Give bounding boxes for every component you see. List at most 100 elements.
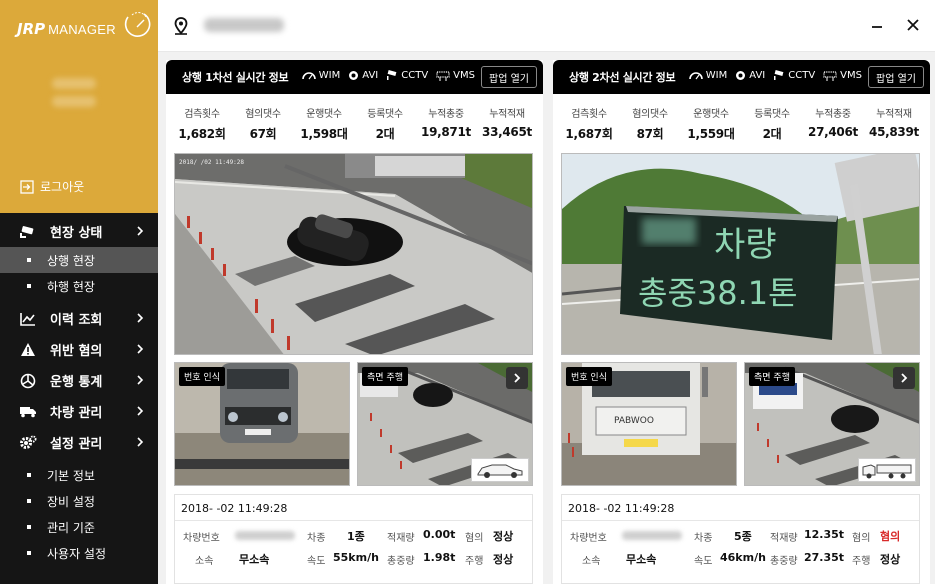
stat-item: 누적적재 33,465t — [477, 105, 537, 150]
plate-label: 차량번호 — [570, 533, 607, 544]
svg-text:2018/ /02 11:49:28: 2018/ /02 11:49:28 — [179, 159, 244, 166]
minimize-button[interactable] — [870, 15, 884, 35]
menu-label: 현장 상태 — [50, 226, 103, 241]
stat-item: 검측횟수 1,687회 — [559, 105, 619, 150]
vms-sign-icon — [823, 70, 837, 81]
cctv-icon — [387, 70, 397, 80]
vehicle-type-thumbnail — [471, 458, 529, 482]
submenu-item-downbound[interactable]: 하행 현장 — [0, 273, 158, 299]
lane-panel-1: 상행 1차선 실시간 정보 WIM AVI CCTV VMS 팝업 열기 검측횟… — [166, 60, 543, 584]
popup-open-button[interactable]: 팝업 열기 — [868, 66, 924, 88]
app-logo[interactable]: JRP MANAGER — [17, 12, 151, 38]
popup-open-button[interactable]: 팝업 열기 — [481, 66, 537, 88]
stat-item: 운행댓수 1,598대 — [294, 105, 354, 150]
submenu-item-criteria[interactable]: 관리 기준 — [0, 514, 158, 540]
next-camera-button[interactable] — [893, 367, 915, 389]
menu-item-vehicle[interactable]: 차량 관리 — [0, 396, 158, 427]
side-view-camera[interactable]: 측면 주행 — [744, 362, 920, 486]
submenu-item-upbound[interactable]: 상행 현장 — [0, 247, 158, 273]
camera-lens-icon — [736, 71, 746, 80]
menu-item-settings[interactable]: 설정 관리 — [0, 427, 158, 458]
submenu-item-user-settings[interactable]: 사용자 설정 — [0, 540, 158, 566]
stat-item: 혐의댓수 67회 — [233, 105, 293, 150]
bullet-icon — [27, 525, 31, 529]
stat-value: 19,871t — [421, 125, 471, 139]
wim-badge: WIM — [688, 70, 728, 81]
submenu-label: 사용자 설정 — [47, 546, 107, 561]
stat-value: 87회 — [636, 127, 664, 141]
submenu-item-basic-info[interactable]: 기본 정보 — [0, 462, 158, 488]
type-value: 5종 — [734, 530, 752, 543]
close-button[interactable] — [906, 18, 920, 32]
site-name-redacted — [204, 18, 284, 32]
wim-label: WIM — [705, 70, 728, 81]
logo-ring-icon — [124, 12, 151, 37]
truck-icon — [18, 405, 38, 418]
stat-label: 혐의댓수 — [245, 109, 281, 120]
menu-label: 설정 관리 — [50, 437, 103, 452]
chevron-right-icon — [137, 406, 144, 416]
cctv-label: CCTV — [788, 70, 816, 81]
gross-label: 총중량 — [770, 556, 798, 567]
stat-value: 67회 — [249, 127, 277, 141]
avi-label: AVI — [362, 70, 379, 81]
menu-item-statistics[interactable]: 운행 통계 — [0, 365, 158, 396]
owner-value: 무소속 — [626, 553, 657, 566]
sidebar-menu: 현장 상태 상행 현장 하행 현장 이력 조회 위반 혐의 운행 통계 차량 관… — [0, 216, 158, 566]
bullet-icon — [27, 473, 31, 477]
stat-label: 검측횟수 — [571, 109, 607, 120]
chevron-right-icon — [514, 373, 521, 383]
panel-title: 상행 1차선 실시간 정보 — [182, 71, 289, 84]
cctv-icon — [18, 225, 38, 239]
sidebar: JRP MANAGER 로그아웃 현장 상태 상행 현장 하행 현장 이력 조회… — [0, 0, 158, 584]
vms-line1: 차량 — [714, 225, 777, 265]
gauge-icon — [688, 72, 703, 80]
stat-item: 혐의댓수 87회 — [620, 105, 680, 150]
wim-badge: WIM — [301, 70, 340, 81]
load-label: 적재량 — [770, 533, 798, 544]
speed-label: 속도 — [307, 556, 326, 567]
drive-label: 주행 — [465, 556, 484, 567]
speed-label: 속도 — [694, 556, 713, 567]
vms-camera-view[interactable]: 차량 총중38.1톤 — [561, 153, 920, 355]
stat-label: 누적적재 — [876, 109, 912, 120]
logout-button[interactable]: 로그아웃 — [20, 178, 84, 195]
side-view-camera[interactable]: 측면 주행 — [357, 362, 533, 486]
plate-recognition-camera[interactable]: 번호 인식 — [174, 362, 350, 486]
stat-value: 1,687회 — [565, 127, 613, 141]
location-pin-icon — [174, 17, 188, 35]
submenu-label: 상행 현장 — [47, 253, 95, 268]
cctv-label: CCTV — [401, 70, 429, 81]
menu-item-site-status[interactable]: 현장 상태 — [0, 216, 158, 247]
menu-item-history[interactable]: 이력 조회 — [0, 303, 158, 334]
stat-label: 누적총중 — [815, 109, 851, 120]
panel-title: 상행 2차선 실시간 정보 — [569, 71, 676, 84]
stat-label: 운행댓수 — [306, 109, 342, 120]
bullet-icon — [27, 258, 31, 262]
vehicle-info-grid: 차량번호 차종 5종 적재량 12.35t 혐의 혐의 소속 무소속 속도 46… — [562, 525, 921, 581]
lane-panel-2: 상행 2차선 실시간 정보 WIM AVI CCTV VMS 팝업 열기 검측횟… — [553, 60, 930, 584]
stat-label: 누적적재 — [489, 109, 525, 120]
gauge-icon — [301, 72, 316, 80]
vms-sign-icon — [436, 70, 450, 81]
submenu-label: 기본 정보 — [47, 468, 95, 483]
avi-badge: AVI — [735, 70, 765, 81]
vms-badge: VMS — [436, 70, 475, 81]
stats-row: 검측횟수 1,687회 혐의댓수 87회 운행댓수 1,559대 등록댓수 2대 누적총… — [553, 94, 930, 150]
vehicle-info: 2018- -02 11:49:28 차량번호 차종 5종 적재량 12.35t… — [561, 494, 920, 584]
next-camera-button[interactable] — [506, 367, 528, 389]
menu-item-violation[interactable]: 위반 혐의 — [0, 334, 158, 365]
sidebar-header: JRP MANAGER 로그아웃 — [0, 0, 158, 213]
chevron-right-icon — [901, 373, 908, 383]
vehicle-type-thumbnail — [858, 458, 916, 482]
cam-label: 번호 인식 — [179, 367, 225, 386]
bullet-icon — [27, 499, 31, 503]
main-camera-view[interactable]: 2018/ /02 11:49:28 — [174, 153, 533, 355]
cam-label: 측면 주행 — [362, 367, 408, 386]
menu-label: 위반 혐의 — [50, 344, 103, 359]
owner-label: 소속 — [582, 556, 601, 567]
submenu-item-device-settings[interactable]: 장비 설정 — [0, 488, 158, 514]
chevron-right-icon — [137, 313, 144, 323]
chart-line-icon — [18, 312, 38, 326]
plate-recognition-camera[interactable]: PABWOO 번호 인식 — [561, 362, 737, 486]
